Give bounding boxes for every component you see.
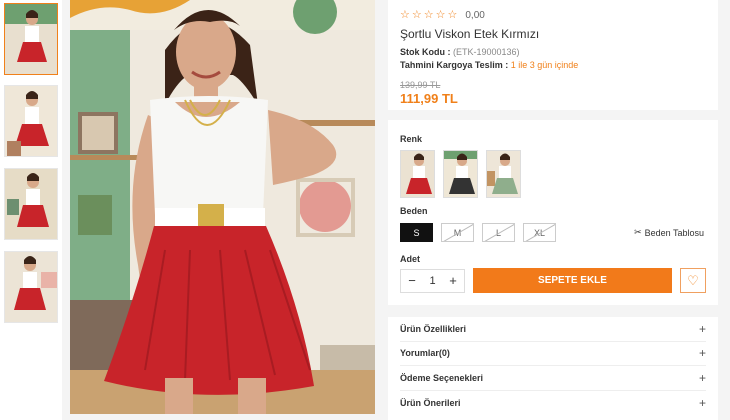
star-icon[interactable]: ☆ — [424, 10, 434, 21]
product-options-card: Renk Beden S M L XL ✂ Beden Tablosu Adet… — [388, 120, 718, 305]
plus-icon: + — [698, 346, 706, 361]
accordion-item-recommendations[interactable]: Ürün Önerileri + — [400, 391, 706, 416]
shipping-row: Tahmini Kargoya Teslim : 1 ile 3 gün içi… — [400, 60, 706, 70]
old-price: 139,99 TL — [400, 80, 441, 90]
ruler-icon: ✂ — [634, 227, 642, 237]
size-option-m[interactable]: M — [441, 223, 474, 242]
color-options — [400, 150, 706, 198]
thumbnail-4[interactable] — [4, 251, 58, 323]
star-icon[interactable]: ☆ — [436, 10, 446, 21]
size-option-l[interactable]: L — [482, 223, 515, 242]
accordion-item-payment-options[interactable]: Ödeme Seçenekleri + — [400, 366, 706, 391]
color-option-black[interactable] — [443, 150, 478, 198]
thumbnail-4-image — [5, 252, 57, 322]
star-icon[interactable]: ☆ — [448, 10, 458, 21]
color-red-image — [401, 151, 434, 197]
color-option-green[interactable] — [486, 150, 521, 198]
size-table-link[interactable]: ✂ Beden Tablosu — [634, 227, 704, 238]
quantity-plus-button[interactable]: + — [446, 273, 460, 288]
quantity-minus-button[interactable]: − — [405, 273, 419, 288]
quantity-row: − 1 + SEPETE EKLE ♡ — [400, 268, 706, 293]
star-icon[interactable]: ☆ — [400, 10, 410, 21]
product-photo — [70, 0, 375, 414]
stock-code-row: Stok Kodu : (ETK-19000136) — [400, 47, 706, 57]
color-black-image — [444, 151, 477, 197]
product-title: Şortlu Viskon Etek Kırmızı — [400, 27, 540, 41]
main-product-image[interactable] — [70, 0, 375, 414]
accordion-item-product-features[interactable]: Ürün Özellikleri + — [400, 317, 706, 342]
thumbnail-3[interactable] — [4, 168, 58, 240]
product-details-accordion: Ürün Özellikleri + Yorumlar(0) + Ödeme S… — [388, 317, 718, 420]
shipping-label: Tahmini Kargoya Teslim : — [400, 60, 509, 70]
accordion-label: Ödeme Seçenekleri — [400, 372, 484, 383]
shipping-value: 1 ile 3 gün içinde — [510, 60, 579, 70]
color-label: Renk — [400, 134, 423, 144]
size-label: Beden — [400, 206, 428, 216]
size-option-xl[interactable]: XL — [523, 223, 556, 242]
accordion-label: Ürün Özellikleri — [400, 323, 467, 334]
size-table-label: Beden Tablosu — [644, 227, 704, 238]
star-icon[interactable]: ☆ — [412, 10, 422, 21]
add-to-cart-button[interactable]: SEPETE EKLE — [473, 268, 672, 293]
quantity-stepper: − 1 + — [400, 268, 465, 293]
stock-code-value: (ETK-19000136) — [453, 47, 520, 57]
color-option-red[interactable] — [400, 150, 435, 198]
color-green-image — [487, 151, 520, 197]
thumbnail-3-image — [5, 169, 57, 239]
stock-code-label: Stok Kodu : — [400, 47, 451, 57]
thumbnail-gallery — [0, 0, 62, 420]
quantity-label: Adet — [400, 254, 420, 264]
plus-icon: + — [698, 395, 706, 410]
thumbnail-2[interactable] — [4, 85, 58, 157]
rating-value: 0,00 — [465, 10, 485, 21]
heart-icon: ♡ — [687, 272, 699, 288]
plus-icon: + — [698, 321, 706, 336]
product-info-card: ☆ ☆ ☆ ☆ ☆ 0,00 Şortlu Viskon Etek Kırmız… — [388, 0, 718, 110]
rating: ☆ ☆ ☆ ☆ ☆ 0,00 — [400, 10, 706, 22]
quantity-value[interactable]: 1 — [429, 275, 435, 287]
accordion-label: Ürün Önerileri — [400, 397, 461, 408]
plus-icon: + — [698, 370, 706, 385]
size-option-s[interactable]: S — [400, 223, 433, 242]
accordion-item-reviews[interactable]: Yorumlar(0) + — [400, 342, 706, 366]
thumbnail-1-image — [5, 4, 57, 74]
accordion-label: Yorumlar(0) — [400, 348, 450, 359]
thumbnail-1[interactable] — [4, 3, 58, 75]
new-price: 111,99 TL — [400, 91, 458, 106]
thumbnail-2-image — [5, 86, 57, 156]
favorite-button[interactable]: ♡ — [680, 268, 706, 293]
